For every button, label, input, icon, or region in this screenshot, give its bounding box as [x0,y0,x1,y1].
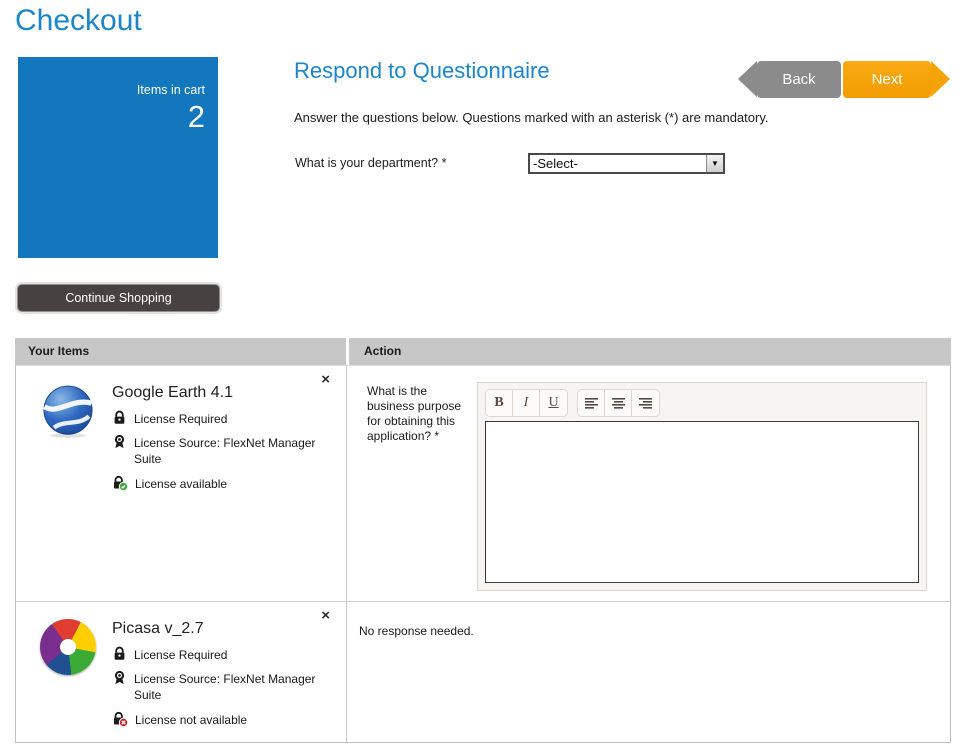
table-header-row: Your Items Action [15,338,951,365]
align-left-button[interactable] [578,390,605,416]
license-status-line: License available [112,475,332,492]
license-status-line: License not available [112,711,332,728]
chevron-down-icon[interactable]: ▼ [706,155,723,172]
align-center-button[interactable] [605,390,632,416]
product-info: Picasa v_2.7 License Required [112,614,332,735]
editor-toolbar: B I U [485,389,919,417]
license-source-text: License Source: FlexNet Manager Suite [134,670,332,703]
license-status-text: License available [135,475,227,492]
action-cell-google-earth: What is the business purpose for obtaini… [347,366,950,601]
cart-count: 2 [18,97,218,135]
back-button[interactable]: Back [757,61,841,98]
no-response-text: No response needed. [347,602,950,638]
product-info: Google Earth 4.1 License Required [112,378,332,499]
next-button-label: Next [872,71,903,88]
license-source-text: License Source: FlexNet Manager Suite [134,434,332,467]
license-source-ribbon-icon [112,670,127,685]
license-required-text: License Required [134,410,227,427]
bold-button[interactable]: B [486,390,513,416]
remove-item-icon[interactable]: × [321,372,330,387]
format-button-group: B I U [485,389,568,417]
back-button-label: Back [782,71,815,88]
picasa-logo [40,619,96,675]
page-title: Checkout [15,4,142,38]
cart-items-label: Items in cart [18,57,218,97]
license-source-line: License Source: FlexNet Manager Suite [112,670,332,703]
cart-summary-box: Items in cart 2 [18,57,218,258]
action-cell-picasa: No response needed. [347,602,950,742]
cart-items-table: Your Items Action [15,338,951,743]
google-earth-logo [40,383,96,439]
next-button[interactable]: Next [843,61,931,98]
questionnaire-title: Respond to Questionnaire [294,58,550,84]
italic-button[interactable]: I [513,390,540,416]
lock-icon [112,410,127,425]
license-source-ribbon-icon [112,434,127,449]
department-question-label: What is your department? * [295,156,446,170]
table-body: Google Earth 4.1 License Required [15,365,951,743]
item-cell-picasa: Picasa v_2.7 License Required [16,602,347,742]
license-required-text: License Required [134,646,227,663]
table-row-picasa: Picasa v_2.7 License Required [16,602,950,742]
align-right-button[interactable] [632,390,659,416]
column-header-your-items: Your Items [15,338,346,365]
lock-icon [112,646,127,661]
product-google-earth: Google Earth 4.1 License Required [30,378,332,499]
business-purpose-textarea[interactable] [485,421,919,583]
license-required-line: License Required [112,410,332,427]
align-right-icon [639,398,652,409]
rich-text-editor: B I U [477,382,927,591]
product-name: Picasa v_2.7 [112,620,332,638]
underline-button[interactable]: U [540,390,567,416]
column-header-action: Action [349,338,951,365]
questionnaire-instructions: Answer the questions below. Questions ma… [294,110,768,125]
license-required-line: License Required [112,646,332,663]
product-picasa: Picasa v_2.7 License Required [30,614,332,735]
align-left-icon [585,398,598,409]
license-available-icon [112,475,128,491]
align-center-icon [612,398,625,409]
department-select-value: -Select- [530,156,706,171]
align-button-group [577,389,660,417]
remove-item-icon[interactable]: × [321,608,330,623]
item-cell-google-earth: Google Earth 4.1 License Required [16,366,347,601]
department-select[interactable]: -Select- ▼ [528,153,725,174]
license-not-available-icon [112,711,128,727]
table-row-google-earth: Google Earth 4.1 License Required [16,366,950,602]
license-status-text: License not available [135,711,247,728]
license-source-line: License Source: FlexNet Manager Suite [112,434,332,467]
continue-shopping-button[interactable]: Continue Shopping [17,284,220,312]
product-name: Google Earth 4.1 [112,384,332,402]
business-purpose-question: What is the business purpose for obtaini… [367,382,467,591]
